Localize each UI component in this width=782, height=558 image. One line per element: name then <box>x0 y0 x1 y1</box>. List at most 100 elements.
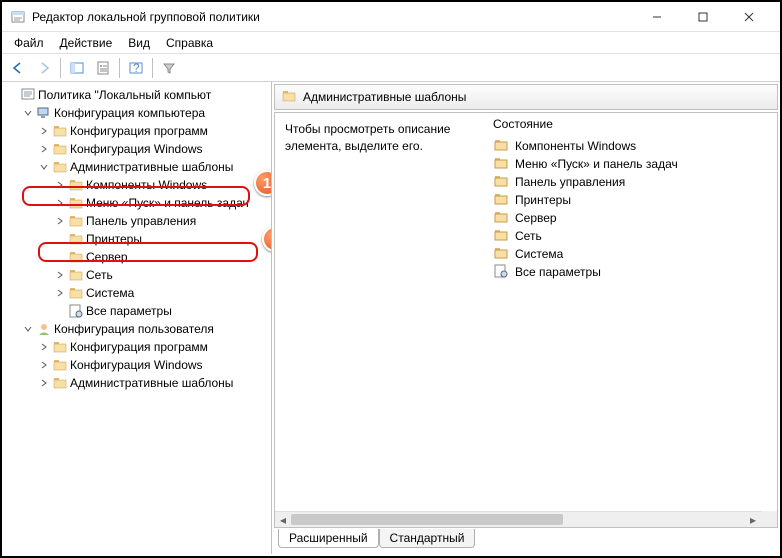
menu-help[interactable]: Справка <box>158 34 221 52</box>
column-header-state[interactable]: Состояние <box>493 117 769 131</box>
tree-item-user-windows[interactable]: Конфигурация Windows <box>38 356 269 374</box>
description-text: Чтобы просмотреть описание элемента, выд… <box>285 121 475 155</box>
tree-label: Конфигурация программ <box>70 124 208 138</box>
tree-item-all-settings[interactable]: Все параметры <box>54 302 269 320</box>
chevron-right-icon[interactable] <box>54 269 66 281</box>
folder-icon <box>68 249 84 265</box>
scroll-right-icon[interactable]: ▸ <box>745 512 761 528</box>
item-label: Сеть <box>515 229 542 243</box>
tree-item-server[interactable]: Сервер <box>54 248 269 266</box>
list-item[interactable]: Меню «Пуск» и панель задач <box>493 155 769 173</box>
folder-icon <box>493 137 509 156</box>
main-area: Политика "Локальный компьют Конфигурация… <box>2 82 780 554</box>
folder-icon <box>52 141 68 157</box>
separator <box>60 58 61 78</box>
folder-icon <box>68 177 84 193</box>
minimize-button[interactable] <box>634 2 680 32</box>
tree-user-config[interactable]: Конфигурация пользователя <box>22 320 269 338</box>
view-tabs: Расширенный Стандартный <box>272 530 780 554</box>
chevron-right-icon[interactable] <box>54 179 66 191</box>
app-window: Редактор локальной групповой политики Фа… <box>0 0 782 558</box>
computer-icon <box>36 105 52 121</box>
tree-label: Все параметры <box>86 304 172 318</box>
menu-action[interactable]: Действие <box>52 34 121 52</box>
chevron-right-icon[interactable] <box>38 341 50 353</box>
folder-icon <box>493 245 509 264</box>
tree-label: Меню «Пуск» и панель задач <box>86 196 249 210</box>
tab-standard[interactable]: Стандартный <box>379 529 476 548</box>
tree-item-system[interactable]: Система <box>54 284 269 302</box>
folder-icon <box>493 209 509 228</box>
chevron-right-icon[interactable] <box>38 377 50 389</box>
menu-view[interactable]: Вид <box>120 34 158 52</box>
tree-item-user-admin[interactable]: Административные шаблоны <box>38 374 269 392</box>
tree-item-software-settings[interactable]: Конфигурация программ <box>38 122 269 140</box>
chevron-right-icon[interactable] <box>38 125 50 137</box>
separator <box>152 58 153 78</box>
folder-icon <box>493 191 509 210</box>
tree-label: Компоненты Windows <box>86 178 207 192</box>
chevron-down-icon[interactable] <box>22 323 34 335</box>
close-button[interactable] <box>726 2 772 32</box>
tree-item-user-software[interactable]: Конфигурация программ <box>38 338 269 356</box>
app-icon <box>10 9 26 25</box>
chevron-down-icon[interactable] <box>38 161 50 173</box>
details-body: Чтобы просмотреть описание элемента, выд… <box>274 112 778 528</box>
item-label: Меню «Пуск» и панель задач <box>515 157 678 171</box>
chevron-down-icon[interactable] <box>22 107 34 119</box>
chevron-right-icon[interactable] <box>54 215 66 227</box>
tree-computer-config[interactable]: Конфигурация компьютера <box>22 104 269 122</box>
folder-icon <box>68 213 84 229</box>
tree-item-printers[interactable]: Принтеры <box>54 230 269 248</box>
list-item[interactable]: Система <box>493 245 769 263</box>
menubar: Файл Действие Вид Справка <box>2 32 780 54</box>
properties-button[interactable] <box>91 56 115 80</box>
settings-list-icon <box>68 303 84 319</box>
tree-item-network[interactable]: Сеть <box>54 266 269 284</box>
tree-item-windows-components[interactable]: Компоненты Windows <box>54 176 269 194</box>
help-button[interactable]: ? <box>124 56 148 80</box>
tab-extended[interactable]: Расширенный <box>278 529 379 548</box>
chevron-right-icon[interactable] <box>38 143 50 155</box>
tree-label: Принтеры <box>86 232 142 246</box>
tree-item-control-panel[interactable]: Панель управления <box>54 212 269 230</box>
svg-text:?: ? <box>133 61 140 75</box>
forward-button[interactable] <box>32 56 56 80</box>
filter-button[interactable] <box>157 56 181 80</box>
tree-item-admin-templates[interactable]: Административные шаблоны <box>38 158 269 176</box>
tree-label: Конфигурация компьютера <box>54 106 205 120</box>
chevron-right-icon[interactable] <box>54 197 66 209</box>
scroll-left-icon[interactable]: ◂ <box>275 512 291 528</box>
list-item[interactable]: Все параметры <box>493 263 769 281</box>
menu-file[interactable]: Файл <box>6 34 52 52</box>
chevron-right-icon[interactable] <box>54 287 66 299</box>
chevron-right-icon[interactable] <box>38 359 50 371</box>
list-item[interactable]: Сеть <box>493 227 769 245</box>
settings-list-icon <box>493 263 509 282</box>
tree-label: Панель управления <box>86 214 196 228</box>
tree-label: Конфигурация Windows <box>70 358 203 372</box>
folder-icon <box>493 155 509 174</box>
tree-item-windows-settings[interactable]: Конфигурация Windows <box>38 140 269 158</box>
tree-label: Система <box>86 286 134 300</box>
tree-root[interactable]: Политика "Локальный компьют <box>6 86 269 104</box>
scroll-corner <box>761 511 777 527</box>
tree-label: Конфигурация программ <box>70 340 208 354</box>
list-item[interactable]: Принтеры <box>493 191 769 209</box>
item-label: Все параметры <box>515 265 601 279</box>
scrollbar-thumb[interactable] <box>291 514 563 525</box>
show-hide-tree-button[interactable] <box>65 56 89 80</box>
toolbar: ? <box>2 54 780 82</box>
horizontal-scrollbar[interactable]: ◂ ▸ <box>275 511 761 527</box>
list-item[interactable]: Панель управления <box>493 173 769 191</box>
folder-icon <box>68 231 84 247</box>
folder-icon <box>493 227 509 246</box>
tree-item-start-menu[interactable]: Меню «Пуск» и панель задач <box>54 194 269 212</box>
list-item[interactable]: Компоненты Windows <box>493 137 769 155</box>
list-item[interactable]: Сервер <box>493 209 769 227</box>
back-button[interactable] <box>6 56 30 80</box>
tree-label: Сервер <box>86 250 128 264</box>
window-title: Редактор локальной групповой политики <box>32 10 634 24</box>
maximize-button[interactable] <box>680 2 726 32</box>
folder-icon <box>68 267 84 283</box>
